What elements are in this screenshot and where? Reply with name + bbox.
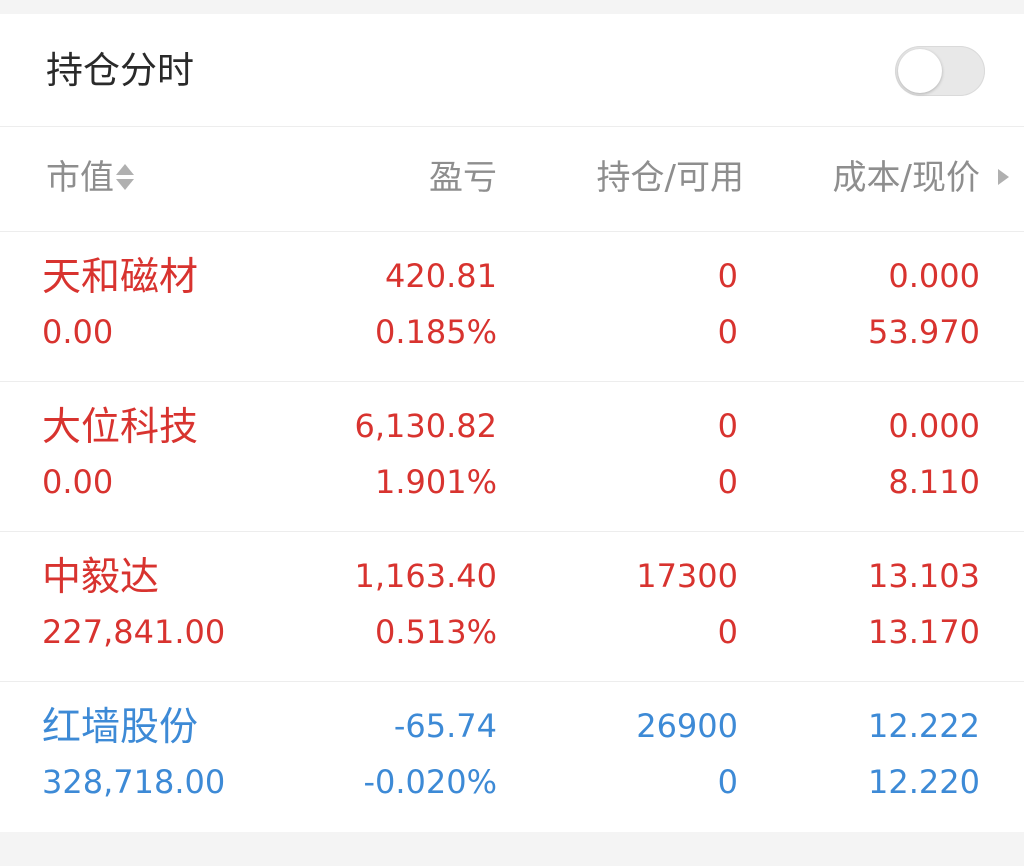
available-quantity: 0 <box>717 313 738 351</box>
available-quantity: 0 <box>717 613 738 651</box>
available-quantity: 0 <box>717 763 738 801</box>
available-quantity: 0 <box>717 463 738 501</box>
profit-percent: -0.020% <box>363 763 497 801</box>
current-price: 13.170 <box>868 613 980 651</box>
profit-amount: -65.74 <box>393 707 497 745</box>
position-quantity: 17300 <box>636 557 738 595</box>
cost-price: 0.000 <box>888 257 980 295</box>
profit-amount: 1,163.40 <box>354 557 498 595</box>
profit-percent: 1.901% <box>374 463 497 501</box>
table-row[interactable]: 大位科技 0.00 6,130.82 1.901% 0 0 0.000 8.11… <box>0 382 1024 532</box>
header-market-value[interactable]: 市值 <box>46 157 134 199</box>
holdings-panel: 持仓分时 市值 盈亏 持仓/可用 成本/现价 天和磁材 0.00 420.81 … <box>0 14 1024 832</box>
position-timeshare-row: 持仓分时 <box>0 14 1024 127</box>
header-position-available: 持仓/可用 <box>596 158 744 198</box>
profit-percent: 0.513% <box>374 613 497 651</box>
position-timeshare-toggle[interactable] <box>895 46 985 96</box>
scroll-right-icon[interactable] <box>998 169 1009 185</box>
stock-name: 中毅达 <box>42 555 160 600</box>
header-market-value-label: 市值 <box>46 158 114 198</box>
stock-name: 大位科技 <box>42 405 199 450</box>
holdings-table-header: 市值 盈亏 持仓/可用 成本/现价 <box>0 127 1024 232</box>
table-row[interactable]: 天和磁材 0.00 420.81 0.185% 0 0 0.000 53.970 <box>0 232 1024 382</box>
position-quantity: 0 <box>717 257 738 295</box>
toggle-knob <box>898 49 942 93</box>
current-price: 53.970 <box>868 313 980 351</box>
cost-price: 12.222 <box>868 707 980 745</box>
table-row[interactable]: 红墙股份 328,718.00 -65.74 -0.020% 26900 0 1… <box>0 682 1024 831</box>
position-quantity: 0 <box>717 407 738 445</box>
profit-percent: 0.185% <box>374 313 497 351</box>
market-value: 0.00 <box>42 463 114 501</box>
sort-icon[interactable] <box>116 162 134 192</box>
stock-name: 天和磁材 <box>42 255 199 300</box>
stock-name: 红墙股份 <box>42 705 199 750</box>
profit-amount: 420.81 <box>385 257 497 295</box>
position-quantity: 26900 <box>636 707 738 745</box>
current-price: 8.110 <box>888 463 980 501</box>
position-timeshare-label: 持仓分时 <box>46 49 194 92</box>
header-cost-price: 成本/现价 <box>832 158 980 198</box>
cost-price: 13.103 <box>868 557 980 595</box>
cost-price: 0.000 <box>888 407 980 445</box>
profit-amount: 6,130.82 <box>354 407 498 445</box>
market-value: 328,718.00 <box>42 763 226 801</box>
table-row[interactable]: 中毅达 227,841.00 1,163.40 0.513% 17300 0 1… <box>0 532 1024 682</box>
current-price: 12.220 <box>868 763 980 801</box>
market-value: 0.00 <box>42 313 114 351</box>
market-value: 227,841.00 <box>42 613 226 651</box>
header-profit-loss: 盈亏 <box>429 158 497 198</box>
